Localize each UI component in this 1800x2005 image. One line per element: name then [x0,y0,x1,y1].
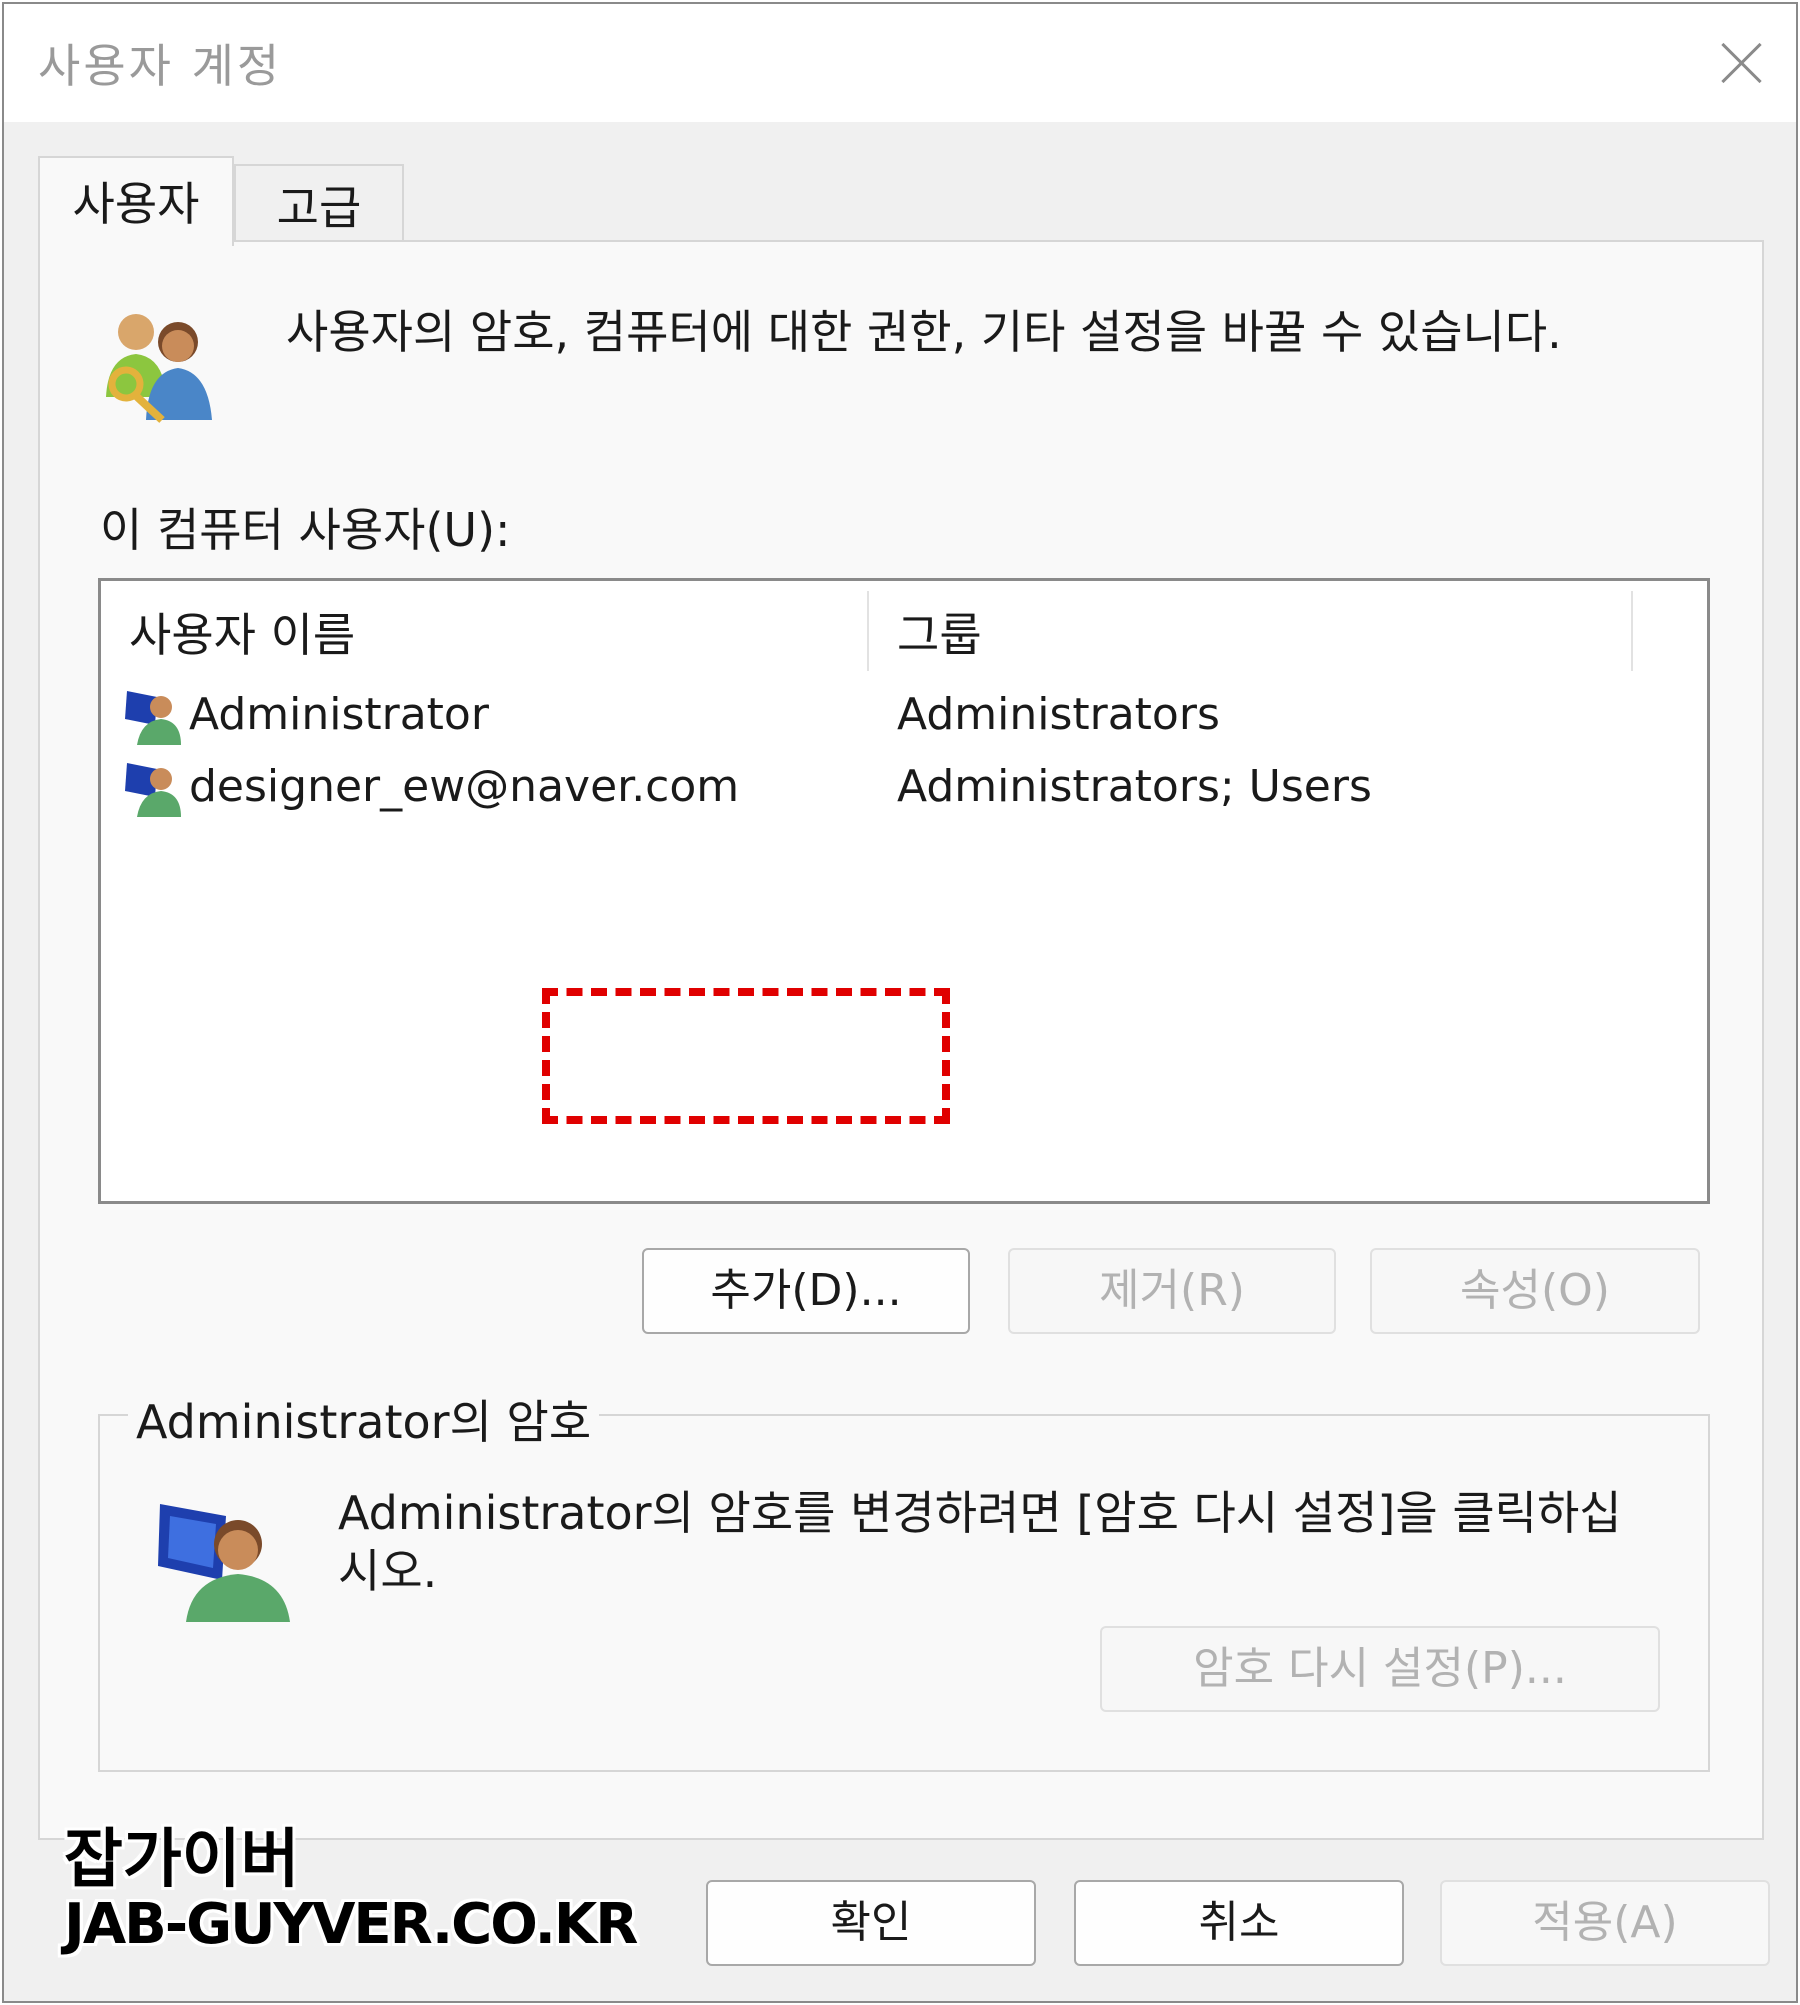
window-title: 사용자 계정 [38,39,283,93]
column-header-username[interactable]: 사용자 이름 [101,591,869,671]
close-icon[interactable] [1704,26,1778,100]
user-name: Administrator [189,689,489,740]
users-description: 사용자의 암호, 컴퓨터에 대한 권한, 기타 설정을 바꿀 수 있습니다. [286,305,1562,359]
password-group-title: Administrator의 암호 [128,1386,600,1452]
user-computer-icon [158,1504,290,1622]
watermark-brand: 잡가이버 [64,1823,300,1897]
user-list-label: 이 컴퓨터 사용자(U): [100,503,511,557]
tab-users[interactable]: 사용자 [38,156,234,246]
user-name: designer_ew@naver.com [189,761,740,812]
remove-user-button[interactable]: 제거(R) [1008,1248,1336,1334]
user-computer-icon [125,691,181,745]
user-computer-icon [125,763,181,817]
user-accounts-window: 사용자 계정 사용자 고급 사용자의 암호, 컴퓨터에 대한 권한, 기타 설정… [2,2,1798,2003]
users-key-icon [106,314,212,423]
add-user-button[interactable]: 추가(D)... [642,1248,970,1334]
cancel-button[interactable]: 취소 [1074,1880,1404,1966]
password-groupbox: Administrator의 암호를 변경하려면 [암호 다시 설정]을 클릭하… [98,1414,1710,1772]
password-instructions: Administrator의 암호를 변경하려면 [암호 다시 설정]을 클릭하… [338,1486,1622,1598]
ok-button[interactable]: 확인 [706,1880,1036,1966]
table-row[interactable]: designer_ew@naver.com Administrators; Us… [101,753,1707,823]
watermark-url: JAB-GUYVER.CO.KR [64,1892,638,1957]
properties-button[interactable]: 속성(O) [1370,1248,1700,1334]
table-row[interactable]: Administrator Administrators [101,681,1707,751]
apply-button[interactable]: 적용(A) [1440,1880,1770,1966]
user-group: Administrators [897,689,1220,740]
annotation-highlight-box [542,988,950,1124]
column-header-group[interactable]: 그룹 [869,591,1633,671]
user-group: Administrators; Users [897,761,1372,812]
title-bar: 사용자 계정 [4,4,1796,122]
tab-advanced[interactable]: 고급 [234,164,404,240]
reset-password-button[interactable]: 암호 다시 설정(P)... [1100,1626,1660,1712]
